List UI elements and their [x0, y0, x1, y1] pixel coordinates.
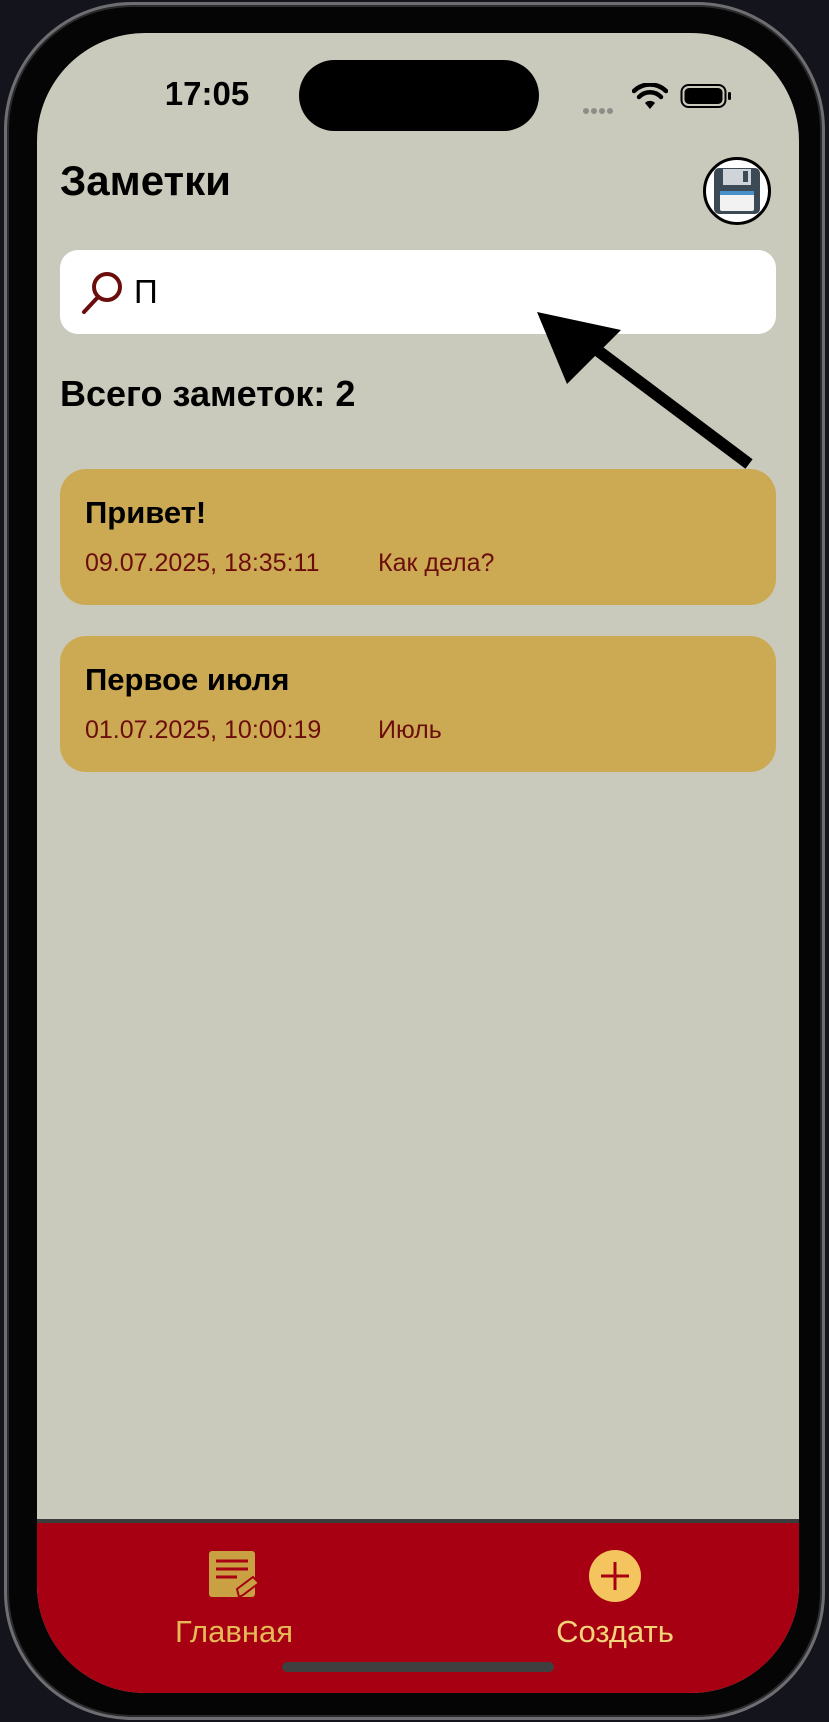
note-card[interactable]: Привет! 09.07.2025, 18:35:11 Как дела? — [60, 469, 776, 605]
notes-count: Всего заметок: 2 — [60, 373, 356, 414]
note-edit-icon — [209, 1551, 261, 1599]
tab-home[interactable]: Главная — [134, 1549, 334, 1650]
tab-create[interactable]: Создать — [515, 1549, 715, 1650]
note-preview: Как дела? — [378, 549, 495, 577]
save-button[interactable] — [703, 157, 771, 225]
plus-circle-icon — [589, 1550, 641, 1602]
battery-icon — [680, 84, 731, 108]
status-time: 17:05 — [164, 75, 250, 112]
dynamic-island — [299, 60, 539, 131]
tab-home-label: Главная — [175, 1614, 293, 1649]
arrow-pointer-icon — [537, 312, 753, 469]
note-title: Первое июля — [85, 662, 290, 697]
tab-create-label: Создать — [556, 1614, 674, 1649]
note-date: 01.07.2025, 10:00:19 — [85, 716, 322, 744]
wifi-icon — [632, 83, 668, 109]
phone-frame: 17:05 Заметки П Всего заметок: 2 Привет!… — [4, 2, 825, 1720]
home-indicator[interactable] — [282, 1662, 554, 1672]
note-date: 09.07.2025, 18:35:11 — [85, 549, 320, 577]
page-title: Заметки — [60, 157, 231, 204]
note-card[interactable]: Первое июля 01.07.2025, 10:00:19 Июль — [60, 636, 776, 772]
app-screen: 17:05 Заметки П Всего заметок: 2 Привет!… — [37, 33, 799, 1693]
signal-dots-icon — [583, 101, 623, 114]
note-preview: Июль — [378, 716, 442, 744]
search-icon — [82, 272, 122, 314]
note-title: Привет! — [85, 495, 207, 530]
floppy-disk-icon — [714, 168, 760, 214]
